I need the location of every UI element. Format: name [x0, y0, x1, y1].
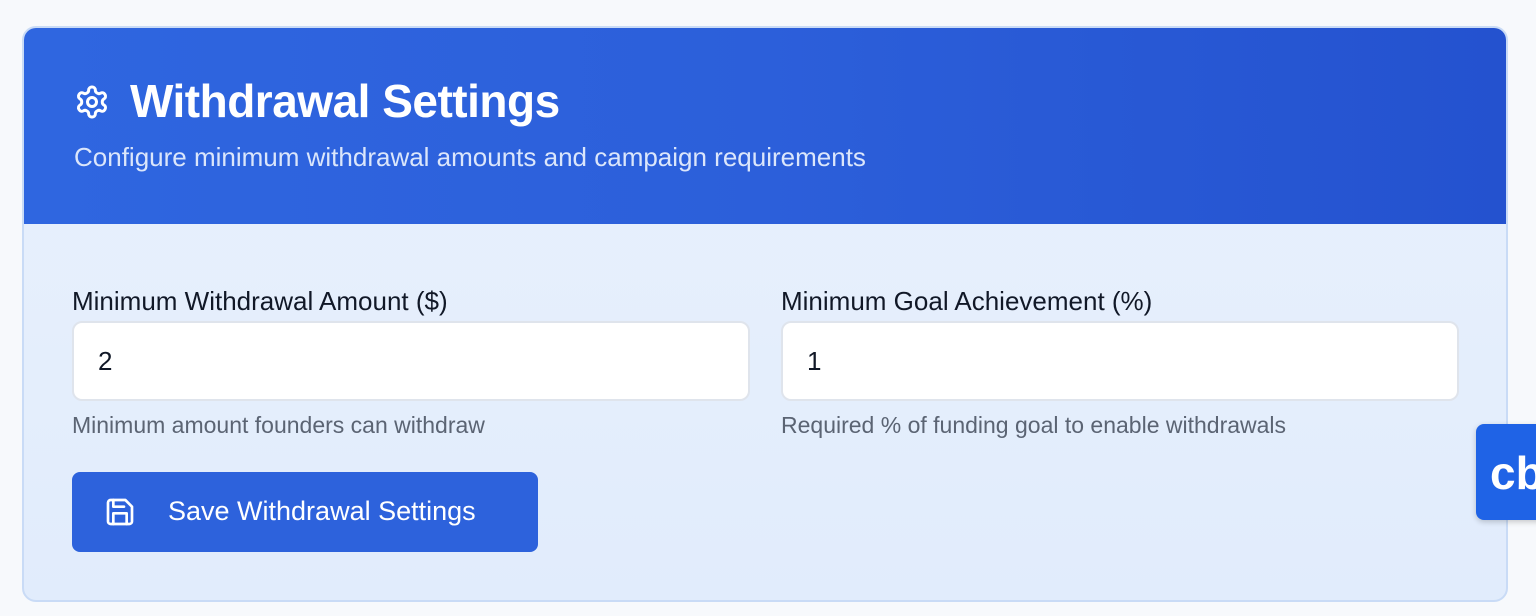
- card-header: Withdrawal Settings Configure minimum wi…: [24, 28, 1506, 224]
- gear-icon: [77, 85, 107, 119]
- min-goal-label: Minimum Goal Achievement (%): [781, 286, 1153, 316]
- save-button-label: Save Withdrawal Settings: [168, 496, 476, 526]
- min-goal-hint: Required % of funding goal to enable wit…: [781, 412, 1287, 438]
- page-subtitle: Configure minimum withdrawal amounts and…: [74, 142, 866, 172]
- withdrawal-settings-card: Withdrawal Settings Configure minimum wi…: [22, 26, 1508, 602]
- min-goal-input[interactable]: [781, 321, 1459, 401]
- page-title: Withdrawal Settings: [130, 75, 560, 127]
- save-icon: [106, 498, 134, 526]
- floating-widget-label: cb: [1490, 447, 1536, 499]
- save-withdrawal-settings-button[interactable]: Save Withdrawal Settings: [72, 472, 538, 552]
- floating-chat-widget[interactable]: cb: [1476, 424, 1536, 520]
- min-withdrawal-label: Minimum Withdrawal Amount ($): [72, 286, 448, 316]
- min-withdrawal-input[interactable]: [72, 321, 750, 401]
- min-withdrawal-hint: Minimum amount founders can withdraw: [72, 412, 485, 438]
